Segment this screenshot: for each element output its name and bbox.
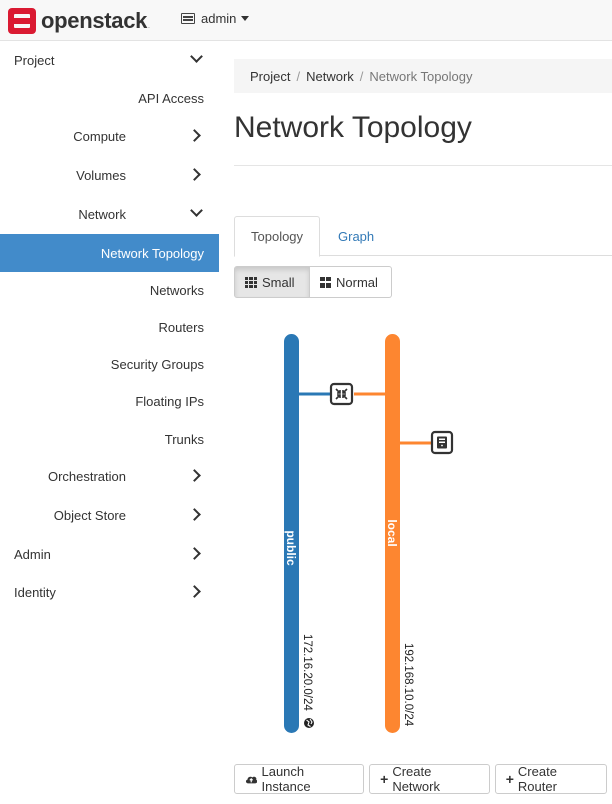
network-cidr-local: 192.168.10.0/24: [402, 643, 414, 727]
normal-view-button[interactable]: Normal: [310, 266, 392, 298]
network-name-public: public: [284, 530, 298, 566]
breadcrumb-project[interactable]: Project: [250, 69, 290, 84]
sidebar-item-label: Volumes: [76, 167, 126, 183]
sidebar-item-label: Network: [78, 206, 126, 222]
sidebar-item-label: Floating IPs: [135, 393, 204, 409]
chevron-right-icon: [188, 469, 201, 482]
sidebar-item-floating-ips[interactable]: Floating IPs: [0, 382, 219, 420]
create-network-label: Create Network: [392, 764, 440, 794]
sidebar-item-security-groups[interactable]: Security Groups: [0, 345, 219, 383]
sidebar-item-label: API Access: [138, 90, 204, 106]
network-local[interactable]: local: [385, 334, 400, 733]
title-divider: [234, 165, 612, 166]
chevron-down-icon: [190, 50, 203, 63]
breadcrumb: Project / Network / Network Topology: [234, 59, 612, 93]
project-icon: [181, 13, 195, 24]
chevron-down-icon: [190, 204, 203, 217]
chevron-right-icon: [188, 129, 201, 142]
caret-down-icon: [241, 16, 250, 21]
sidebar-item-identity[interactable]: Identity: [0, 573, 219, 611]
project-dropdown[interactable]: admin: [181, 11, 250, 26]
sidebar-item-networks[interactable]: Networks: [0, 271, 219, 309]
create-router-button[interactable]: + Create Router: [494, 764, 607, 794]
sidebar-item-volumes[interactable]: Volumes: [0, 156, 219, 194]
launch-instance-label: Launch Instance: [261, 764, 311, 794]
tab-bar: Topology Graph: [234, 216, 612, 257]
chevron-right-icon: [188, 508, 201, 521]
router-icon[interactable]: [329, 382, 354, 406]
page-title: Network Topology: [234, 111, 472, 144]
sidebar-item-trunks[interactable]: Trunks: [0, 420, 219, 458]
plus-icon: +: [380, 771, 389, 787]
sidebar-item-api-access[interactable]: API Access: [0, 79, 219, 117]
sidebar-item-label: Compute: [73, 128, 126, 144]
brand-name: openstack: [41, 7, 148, 33]
th-icon: [245, 276, 257, 288]
top-navbar: openstack . admin: [0, 0, 612, 41]
openstack-logo-icon: [8, 7, 36, 34]
tab-graph[interactable]: Graph: [322, 216, 390, 256]
chevron-right-icon: [188, 168, 201, 181]
chevron-right-icon: [188, 585, 201, 598]
sidebar-item-admin[interactable]: Admin: [0, 535, 219, 573]
globe-icon: [304, 718, 314, 728]
network-name-local: local: [385, 519, 399, 546]
sidebar-item-compute[interactable]: Compute: [0, 117, 219, 155]
sidebar-item-label: Security Groups: [110, 356, 204, 372]
sidebar-item-label: Object Store: [53, 507, 126, 523]
launch-instance-button[interactable]: Launch Instance: [234, 764, 365, 794]
breadcrumb-network[interactable]: Network: [306, 69, 354, 84]
small-view-button[interactable]: Small: [234, 266, 310, 298]
th-large-icon: [320, 276, 331, 288]
small-view-label: Small: [262, 274, 295, 290]
sidebar-item-network[interactable]: Network: [0, 195, 219, 233]
sidebar-item-label: Routers: [158, 319, 204, 335]
sidebar-item-label: Admin: [14, 546, 51, 562]
sidebar-item-orchestration[interactable]: Orchestration: [0, 457, 219, 495]
create-network-button[interactable]: + Create Network: [369, 764, 490, 794]
instance-icon[interactable]: [430, 430, 454, 455]
network-cidr-public: 172.16.20.0/24: [301, 634, 313, 711]
sidebar-item-project[interactable]: Project: [0, 41, 219, 79]
sidebar-item-label: Orchestration: [47, 468, 126, 484]
sidebar-item-label: Network Topology: [100, 245, 204, 261]
breadcrumb-current: Network Topology: [369, 68, 473, 84]
view-size-toggle: Small Normal: [234, 266, 392, 298]
breadcrumb-separator: /: [296, 68, 301, 84]
chevron-right-icon: [188, 547, 201, 560]
sidebar-item-label: Project: [14, 52, 55, 68]
sidebar-item-network-topology[interactable]: Network Topology: [0, 234, 219, 272]
sidebar-item-object-store[interactable]: Object Store: [0, 496, 219, 534]
tab-topology[interactable]: Topology: [234, 216, 320, 257]
breadcrumb-separator: /: [359, 68, 364, 84]
plus-icon: +: [505, 771, 514, 787]
normal-view-label: Normal: [336, 274, 378, 290]
sidebar-item-label: Identity: [14, 584, 56, 600]
sidebar-item-label: Trunks: [164, 431, 204, 447]
network-public[interactable]: public: [284, 334, 299, 733]
brand-trademark: .: [148, 24, 150, 30]
topology-canvas: public 172.16.20.0/24 local 192.168.10.0…: [284, 334, 454, 733]
sidebar-item-routers[interactable]: Routers: [0, 308, 219, 346]
sidebar-item-label: Networks: [149, 282, 204, 298]
create-router-label: Create Router: [517, 764, 557, 794]
cloud-upload-icon: [245, 776, 258, 784]
topology-actions: Launch Instance + Create Network + Creat…: [234, 764, 612, 794]
brand-logo-link[interactable]: openstack .: [8, 7, 150, 34]
sidebar: Project API Access Compute Volumes Netwo…: [0, 41, 219, 804]
project-dropdown-label: admin: [201, 11, 237, 26]
